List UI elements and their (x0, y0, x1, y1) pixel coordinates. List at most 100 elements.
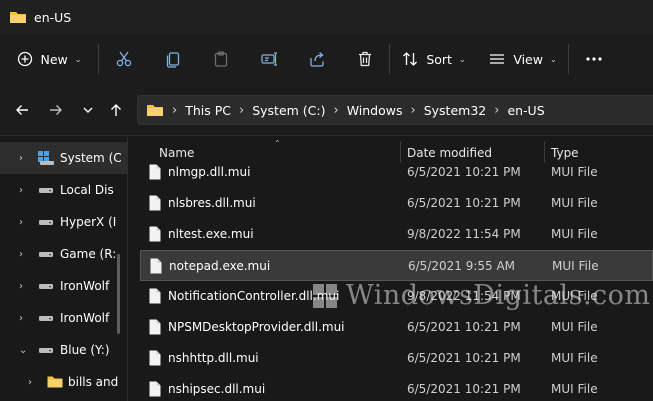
breadcrumb-system-drive[interactable]: System (C:) (252, 103, 325, 118)
chevron-right-icon[interactable]: › (19, 249, 23, 260)
file-type: MUI File (551, 351, 598, 365)
file-type: MUI File (551, 289, 598, 303)
cut-button[interactable] (99, 34, 149, 84)
chevron-right-icon[interactable]: › (19, 153, 23, 164)
rename-icon (261, 52, 277, 66)
sidebar-item-system-drive[interactable]: › System (C (0, 142, 127, 174)
file-date: 6/5/2021 10:21 PM (407, 382, 521, 396)
up-button[interactable] (104, 98, 128, 122)
sidebar-item-bills-folder[interactable]: › bills and (0, 366, 127, 398)
navigation-bar: › This PC › System (C:) › Windows › Syst… (0, 84, 653, 136)
file-type: MUI File (551, 165, 598, 179)
new-button[interactable]: New ⌄ (0, 34, 98, 84)
share-button[interactable] (293, 34, 341, 84)
file-icon (149, 319, 161, 335)
table-row[interactable]: nlsbres.dll.mui 6/5/2021 10:21 PM MUI Fi… (140, 188, 653, 219)
breadcrumb-system32[interactable]: System32 (424, 103, 487, 118)
copy-button[interactable] (149, 34, 197, 84)
file-type: MUI File (551, 320, 598, 334)
file-type: MUI File (551, 227, 598, 241)
sidebar-item-game[interactable]: › Game (R: (0, 238, 127, 270)
address-bar[interactable]: › This PC › System (C:) › Windows › Syst… (137, 95, 653, 125)
delete-button[interactable] (341, 34, 389, 84)
chevron-down-icon[interactable]: ⌄ (19, 345, 27, 356)
recent-locations-button[interactable] (76, 98, 100, 122)
chevron-right-icon[interactable]: › (19, 185, 23, 196)
cut-icon (116, 51, 132, 67)
sidebar-item-blue[interactable]: ⌄ Blue (Y:) (0, 334, 127, 366)
paste-button[interactable] (197, 34, 245, 84)
chevron-right-icon[interactable]: › (19, 281, 23, 292)
file-icon (150, 258, 162, 274)
sort-ascending-icon: ⌃ (274, 139, 281, 148)
sidebar-item-label: bills and (68, 375, 119, 389)
more-icon (586, 57, 602, 61)
drive-icon (39, 284, 53, 289)
view-button[interactable]: View ⌄ (478, 34, 568, 84)
file-name: nlsbres.dll.mui (168, 196, 256, 210)
folder-icon (10, 12, 26, 23)
chevron-right-icon[interactable]: › (19, 217, 23, 228)
folder-icon (147, 105, 163, 116)
table-row-selected[interactable]: notepad.exe.mui 6/5/2021 9:55 AM MUI Fil… (140, 250, 653, 281)
file-icon (149, 288, 161, 304)
forward-button[interactable] (44, 98, 68, 122)
breadcrumb-en-us[interactable]: en-US (507, 103, 544, 118)
file-date: 9/8/2022 11:54 PM (407, 289, 521, 303)
file-date: 6/5/2021 10:21 PM (407, 351, 521, 365)
breadcrumb-this-pc[interactable]: This PC (185, 103, 231, 118)
sort-button-label: Sort (426, 51, 452, 67)
chevron-down-icon: ⌄ (74, 54, 82, 64)
new-button-label: New (40, 51, 68, 67)
file-name: nshhttp.dll.mui (168, 351, 259, 365)
file-list: ⌃ Name Date modified Type nlmgp.dll.mui … (129, 137, 653, 401)
file-name: notepad.exe.mui (169, 259, 271, 273)
chevron-right-icon[interactable]: › (28, 377, 32, 388)
drive-icon (39, 220, 53, 225)
chevron-down-icon: ⌄ (549, 54, 557, 64)
view-button-label: View (513, 51, 543, 67)
arrow-left-icon (16, 105, 28, 115)
copy-icon (166, 52, 180, 68)
drive-icon (39, 316, 53, 321)
breadcrumb-separator-icon: › (333, 102, 339, 118)
chevron-down-icon (83, 107, 93, 113)
file-name: NotificationController.dll.mui (168, 289, 340, 303)
back-button[interactable] (10, 98, 34, 122)
chevron-down-icon: ⌄ (458, 54, 466, 64)
sort-button[interactable]: Sort ⌄ (390, 34, 478, 84)
table-row[interactable]: nltest.exe.mui 9/8/2022 11:54 PM MUI Fil… (140, 219, 653, 250)
file-date: 6/5/2021 10:21 PM (407, 165, 521, 179)
sidebar-item-label: Game (R: (60, 247, 117, 261)
file-date: 9/8/2022 11:54 PM (407, 227, 521, 241)
more-options-button[interactable] (569, 34, 619, 84)
table-row[interactable]: NotificationController.dll.mui 9/8/2022 … (140, 281, 653, 312)
file-icon (149, 350, 161, 366)
plus-circle-icon (17, 51, 32, 67)
drive-icon (39, 188, 53, 193)
sidebar-item-label: HyperX (I (60, 215, 117, 229)
file-icon (149, 226, 161, 242)
file-type: MUI File (552, 259, 599, 273)
drive-icon (39, 348, 53, 353)
file-name: nshipsec.dll.mui (168, 382, 266, 396)
sidebar-item-label: Blue (Y:) (60, 343, 110, 357)
table-row[interactable]: nlmgp.dll.mui 6/5/2021 10:21 PM MUI File (140, 157, 653, 188)
sidebar-item-ironwolf-2[interactable]: › IronWolf (0, 302, 127, 334)
breadcrumb-windows[interactable]: Windows (347, 103, 403, 118)
sidebar-item-hyperx[interactable]: › HyperX (I (0, 206, 127, 238)
windows-drive-icon (38, 151, 54, 165)
table-row[interactable]: NPSMDesktopProvider.dll.mui 6/5/2021 10:… (140, 312, 653, 343)
breadcrumb-separator-icon: › (172, 102, 178, 118)
table-row[interactable]: nshipsec.dll.mui 6/5/2021 10:21 PM MUI F… (140, 374, 653, 401)
file-name: nlmgp.dll.mui (168, 165, 251, 179)
sidebar-item-local-disk[interactable]: › Local Dis (0, 174, 127, 206)
file-name: NPSMDesktopProvider.dll.mui (168, 320, 345, 334)
drive-icon (39, 252, 53, 257)
table-row[interactable]: nshhttp.dll.mui 6/5/2021 10:21 PM MUI Fi… (140, 343, 653, 374)
sidebar-item-label: Local Dis (60, 183, 114, 197)
chevron-right-icon[interactable]: › (19, 313, 23, 324)
sidebar-item-ironwolf-1[interactable]: › IronWolf (0, 270, 127, 302)
sidebar-scrollbar[interactable] (117, 254, 120, 334)
rename-button[interactable] (245, 34, 293, 84)
